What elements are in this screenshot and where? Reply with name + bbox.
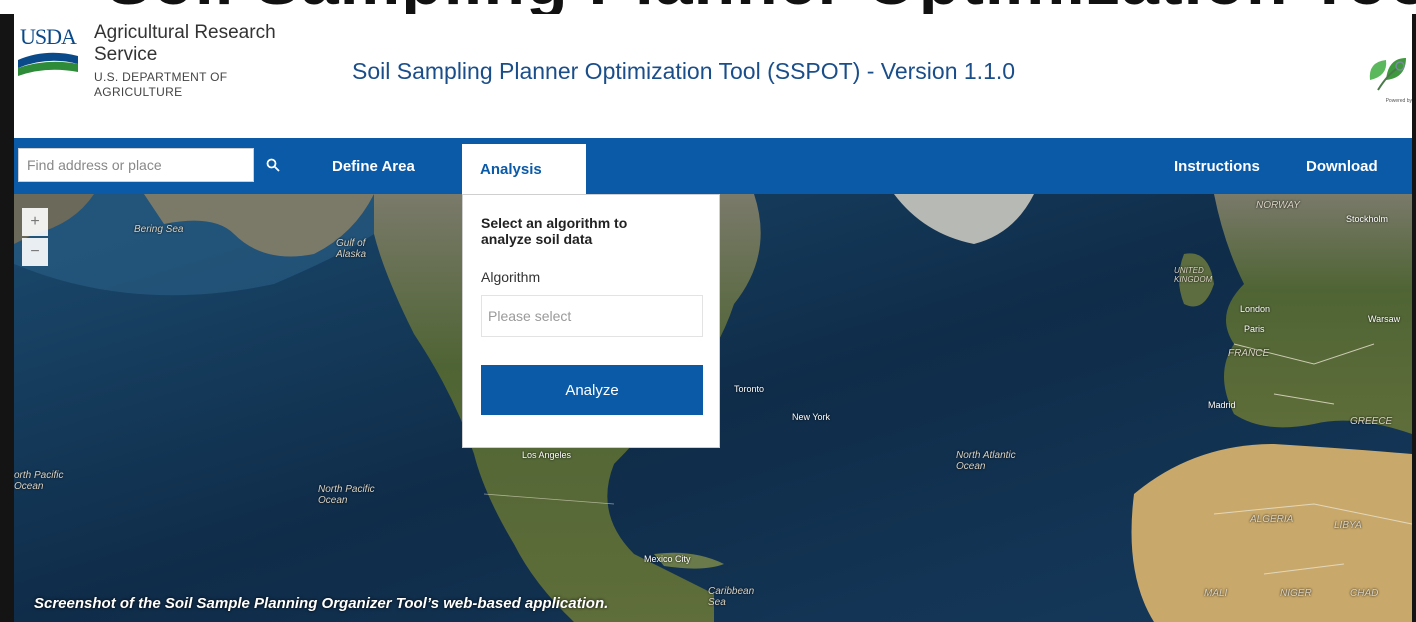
map-label: Mexico City (644, 554, 691, 564)
screenshot-frame: USDA Agricultural Research Service U.S. … (0, 14, 1416, 622)
algorithm-label: Algorithm (481, 269, 541, 285)
search-icon (266, 158, 280, 172)
zoom-in-button[interactable]: + (22, 208, 48, 236)
nav-instructions[interactable]: Instructions (1174, 138, 1260, 194)
algorithm-select[interactable]: Please select (481, 295, 703, 337)
map-label: North Atlantic Ocean (956, 450, 1016, 472)
map-label: Gulf of Alaska (336, 238, 367, 260)
department-line1: U.S. DEPARTMENT OF (94, 70, 228, 84)
usda-hills-icon (18, 52, 78, 76)
agency-block: Agricultural Research Service U.S. DEPAR… (94, 22, 276, 100)
zoom-out-button[interactable]: − (22, 238, 48, 266)
agency-name-line1: Agricultural Research (94, 22, 276, 43)
map-label: CHAD (1350, 588, 1379, 599)
map-label: Paris (1244, 324, 1265, 334)
panel-heading: Select an algorithm to analyze soil data (481, 215, 628, 247)
map-label: Caribbean Sea (708, 586, 755, 608)
map-label: orth Pacific Ocean (14, 470, 64, 492)
cropped-headline-strip: Soil Sampling Planner Optimization Tool (0, 0, 1416, 14)
usda-logo[interactable]: USDA (18, 24, 82, 80)
app-header: USDA Agricultural Research Service U.S. … (14, 14, 1412, 138)
map-label: GREECE (1350, 416, 1393, 427)
app-title: Soil Sampling Planner Optimization Tool … (352, 58, 1016, 84)
map-label: LIBYA (1334, 520, 1362, 531)
map-label: NORWAY (1256, 200, 1300, 211)
map-label: Stockholm (1346, 214, 1389, 224)
map-label: London (1240, 304, 1271, 314)
map-label: Bering Sea (134, 224, 184, 235)
map-label: FRANCE (1228, 348, 1270, 359)
nav-download[interactable]: Download (1306, 138, 1378, 194)
map-label: New York (792, 412, 831, 422)
map-label: Warsaw (1368, 314, 1401, 324)
department-line2: AGRICULTURE (94, 85, 183, 99)
figure-caption: Screenshot of the Soil Sample Planning O… (34, 595, 609, 612)
nav-bar: Define Area Analysis Instructions Downlo… (14, 138, 1412, 194)
map-label: NIGER (1280, 588, 1312, 599)
search-input[interactable] (18, 148, 254, 182)
analyze-button[interactable]: Analyze (481, 365, 703, 415)
tab-define-area[interactable]: Define Area (332, 138, 415, 194)
tab-analysis[interactable]: Analysis (462, 144, 586, 194)
powered-by-text: Powered by (1385, 98, 1412, 104)
map-label: North Pacific Ocean (318, 484, 375, 506)
analysis-panel: Select an algorithm to analyze soil data… (462, 194, 720, 448)
map-label: Toronto (734, 384, 765, 394)
map-label: UNITED KINGDOM (1174, 266, 1213, 284)
map-label: Madrid (1208, 400, 1236, 410)
map-label: MALI (1204, 588, 1228, 599)
agency-name-line2: Service (94, 44, 158, 65)
map-label: Los Angeles (522, 450, 572, 460)
cropped-headline: Soil Sampling Planner Optimization Tool (106, 0, 1416, 14)
search-button[interactable] (254, 148, 292, 182)
leaf-logo-icon[interactable] (1364, 50, 1412, 96)
map-label: ALGERIA (1250, 514, 1294, 525)
